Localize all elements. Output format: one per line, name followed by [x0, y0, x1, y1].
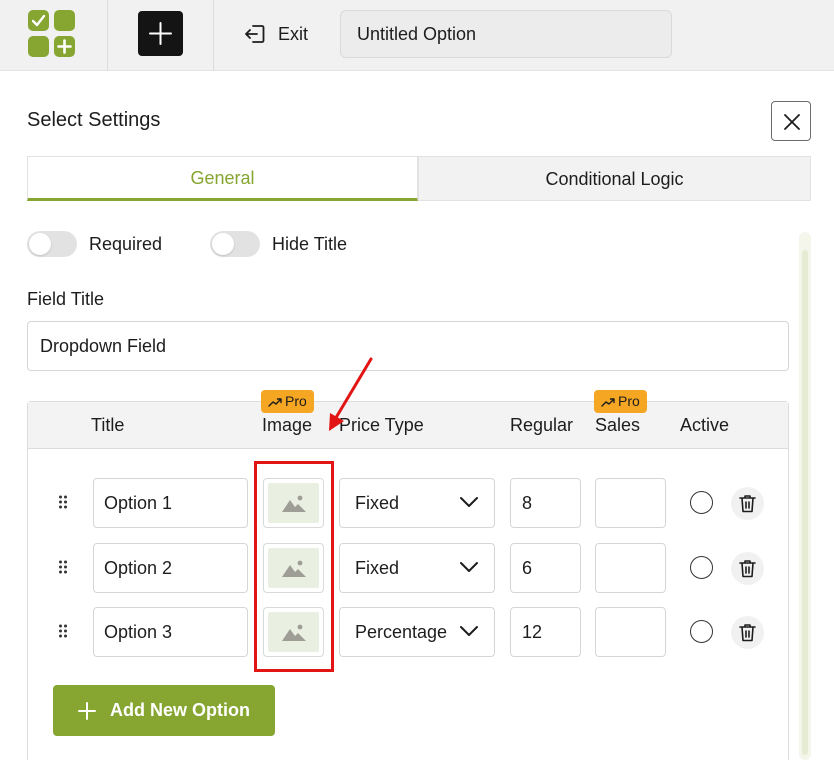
- trash-icon: [739, 495, 756, 513]
- sales-price-input[interactable]: [595, 543, 666, 593]
- price-type-value: Fixed: [355, 558, 400, 578]
- settings-tabs: General Conditional Logic: [27, 156, 811, 201]
- hide-title-toggle-row: Hide Title: [210, 231, 347, 257]
- active-radio[interactable]: [690, 491, 713, 514]
- active-radio[interactable]: [690, 620, 713, 643]
- add-field-button[interactable]: [138, 11, 183, 56]
- header-sales: Sales: [595, 415, 641, 435]
- pro-badge-label: Pro: [285, 393, 307, 409]
- header-image: Image: [262, 415, 313, 435]
- price-type-select[interactable]: Percentage: [339, 607, 495, 657]
- scrollbar-thumb[interactable]: [802, 250, 808, 755]
- add-area: [108, 0, 214, 71]
- close-icon: [784, 114, 800, 130]
- top-bar: Exit Untitled Option: [0, 0, 834, 71]
- trending-up-icon: [268, 397, 282, 407]
- tab-conditional-logic[interactable]: Conditional Logic: [418, 156, 811, 201]
- logo-area: [0, 0, 108, 71]
- trash-icon: [739, 560, 756, 578]
- trash-icon: [739, 624, 756, 642]
- plus-icon: [149, 22, 172, 45]
- hide-title-toggle[interactable]: [210, 231, 260, 257]
- drag-handle-icon[interactable]: [58, 624, 68, 638]
- logo-icon: [28, 10, 76, 58]
- required-toggle-row: Required: [27, 231, 162, 257]
- annotation-arrow: [329, 357, 373, 431]
- price-type-select[interactable]: Fixed: [339, 478, 495, 528]
- add-new-option-label: Add New Option: [110, 700, 250, 720]
- option-title-input[interactable]: Untitled Option: [340, 10, 672, 58]
- toggle-knob: [29, 233, 51, 255]
- active-radio[interactable]: [690, 556, 713, 579]
- header-regular: Regular: [510, 415, 574, 435]
- option-title-field[interactable]: Option 1: [93, 478, 248, 528]
- sales-price-input[interactable]: [595, 478, 666, 528]
- table-row: Option 2 Fixed 6: [28, 543, 788, 593]
- trending-up-icon: [601, 397, 615, 407]
- chevron-down-icon: [460, 497, 478, 507]
- table-header: Title Image Price Type Regular Sales Act…: [28, 402, 788, 449]
- price-type-value: Fixed: [355, 493, 400, 513]
- drag-handle-icon[interactable]: [58, 495, 68, 509]
- option-title-field[interactable]: Option 3: [93, 607, 248, 657]
- delete-option-button[interactable]: [731, 616, 764, 649]
- table-row: Option 3 Percentage 12: [28, 607, 788, 657]
- pro-badge-sales[interactable]: Pro: [594, 390, 647, 413]
- sales-price-input[interactable]: [595, 607, 666, 657]
- drag-handle-icon[interactable]: [58, 560, 68, 574]
- regular-price-input[interactable]: 12: [510, 607, 581, 657]
- add-new-option-button[interactable]: Add New Option: [53, 685, 275, 736]
- regular-price-input[interactable]: 6: [510, 543, 581, 593]
- chevron-down-icon: [460, 562, 478, 572]
- regular-price-input[interactable]: 8: [510, 478, 581, 528]
- toggle-knob: [212, 233, 234, 255]
- exit-icon: [245, 25, 265, 43]
- exit-button[interactable]: Exit: [244, 20, 308, 48]
- options-table: Title Image Price Type Regular Sales Act…: [27, 390, 789, 760]
- field-title-label: Field Title: [27, 289, 105, 309]
- delete-option-button[interactable]: [731, 487, 764, 520]
- required-label: Required: [89, 233, 163, 254]
- option-title-field[interactable]: Option 2: [93, 543, 248, 593]
- price-type-value: Percentage: [355, 622, 448, 642]
- field-title-input[interactable]: Dropdown Field: [27, 321, 789, 371]
- delete-option-button[interactable]: [731, 552, 764, 585]
- tab-general[interactable]: General: [27, 156, 418, 201]
- chevron-down-icon: [460, 626, 478, 636]
- pro-badge-label: Pro: [618, 393, 640, 409]
- price-type-select[interactable]: Fixed: [339, 543, 495, 593]
- required-toggle[interactable]: [27, 231, 77, 257]
- annotation-highlight-box: [254, 461, 334, 672]
- hide-title-label: Hide Title: [272, 233, 348, 254]
- table-row: Option 1 Fixed 8: [28, 478, 788, 528]
- dialog-heading: Select Settings: [27, 109, 161, 131]
- exit-label: Exit: [278, 23, 309, 44]
- plus-icon: [78, 701, 96, 720]
- header-title: Title: [91, 415, 125, 435]
- header-active: Active: [680, 415, 730, 435]
- close-button[interactable]: [771, 101, 811, 141]
- pro-badge-image[interactable]: Pro: [261, 390, 314, 413]
